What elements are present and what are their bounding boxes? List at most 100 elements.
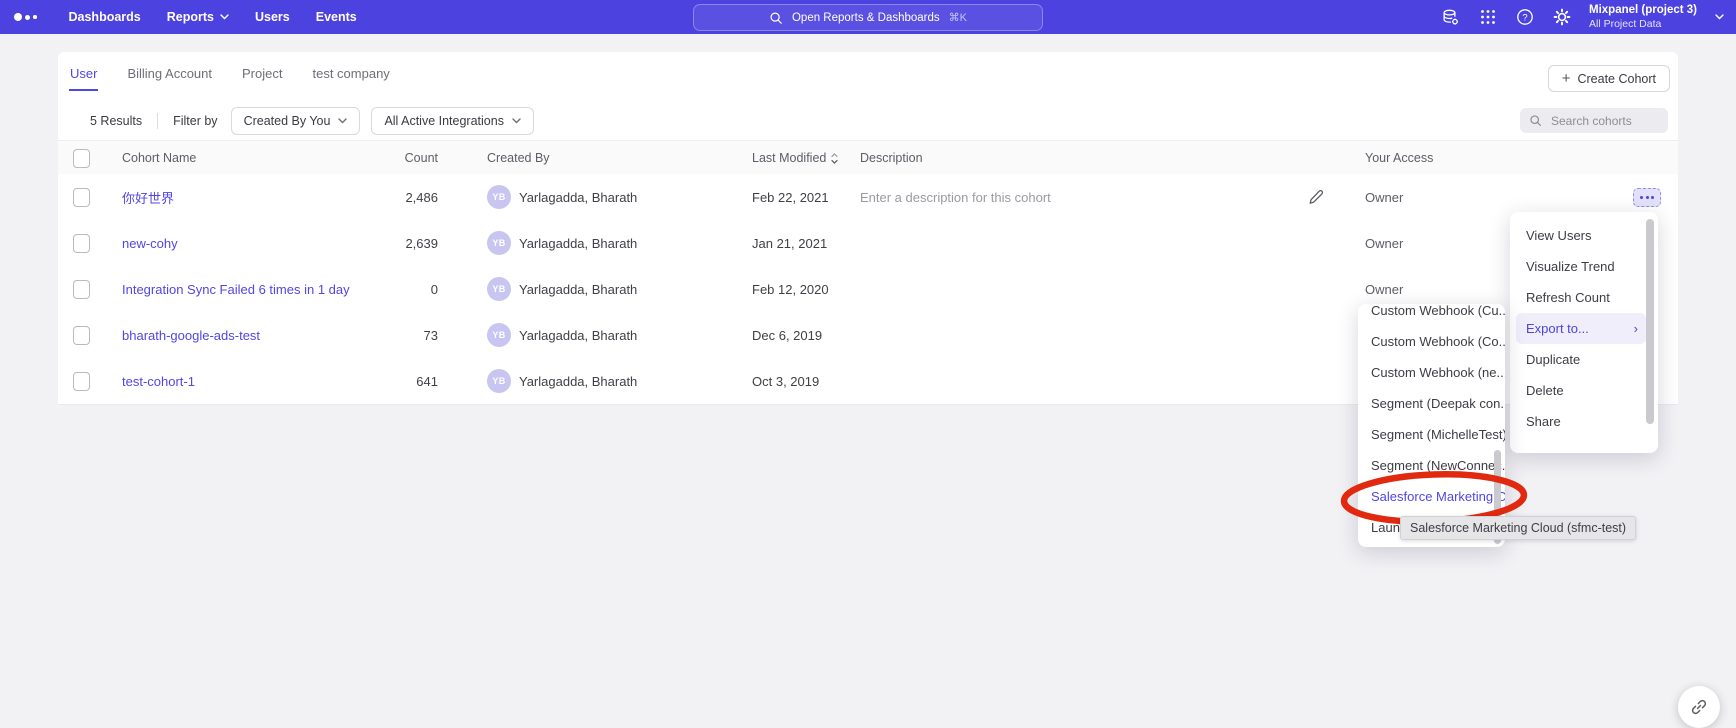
- cohort-name-link[interactable]: test-cohort-1: [122, 358, 195, 404]
- integrations-filter-button[interactable]: All Active Integrations: [371, 107, 534, 135]
- create-cohort-button[interactable]: + Create Cohort: [1548, 65, 1670, 92]
- top-nav: Dashboards Reports Users Events Open Rep…: [0, 0, 1736, 34]
- last-modified-date: Feb 22, 2021: [752, 174, 829, 220]
- header-count[interactable]: Count: [338, 141, 438, 175]
- tab-user[interactable]: User: [69, 60, 98, 91]
- menu-item-view-users[interactable]: View Users: [1510, 220, 1658, 251]
- search-icon: [1529, 114, 1542, 127]
- menu-item-share[interactable]: Share: [1510, 406, 1658, 437]
- menu-scrollbar[interactable]: [1646, 219, 1654, 424]
- avatar: YB: [487, 231, 511, 255]
- edit-pencil-icon[interactable]: [1308, 174, 1324, 220]
- chevron-down-icon: [512, 118, 521, 124]
- global-search-bar[interactable]: Open Reports & Dashboards ⌘K: [693, 4, 1043, 31]
- avatar: YB: [487, 369, 511, 393]
- table-row: new-cohy 2,639 YB Yarlagadda, Bharath Ja…: [58, 220, 1678, 267]
- apps-grid-icon[interactable]: [1478, 8, 1497, 27]
- row-context-menu: View Users Visualize Trend Refresh Count…: [1510, 212, 1658, 453]
- submenu-item-segment-3[interactable]: Segment (NewConnec...: [1358, 450, 1505, 481]
- table-toolbar: 5 Results Filter by Created By You All A…: [90, 108, 545, 134]
- search-cohorts-input[interactable]: [1549, 113, 1659, 129]
- row-actions-button[interactable]: [1633, 188, 1661, 207]
- creator-name: Yarlagadda, Bharath: [519, 190, 637, 205]
- menu-item-visualize-trend[interactable]: Visualize Trend: [1510, 251, 1658, 282]
- submenu-item-salesforce-marketing-cloud[interactable]: Salesforce Marketing C...: [1358, 481, 1505, 512]
- submenu-item-custom-webhook-3[interactable]: Custom Webhook (ne...: [1358, 357, 1505, 388]
- created-by-filter-button[interactable]: Created By You: [231, 107, 361, 135]
- creator-name: Yarlagadda, Bharath: [519, 282, 637, 297]
- header-created-by[interactable]: Created By: [487, 141, 550, 175]
- nav-item-reports[interactable]: Reports: [167, 10, 229, 24]
- row-checkbox[interactable]: [73, 326, 90, 345]
- row-checkbox[interactable]: [73, 280, 90, 299]
- avatar: YB: [487, 277, 511, 301]
- row-checkbox[interactable]: [73, 372, 90, 391]
- tab-test-company[interactable]: test company: [311, 60, 390, 91]
- submenu-item-custom-webhook-1[interactable]: Custom Webhook (Cu...: [1358, 304, 1505, 326]
- last-modified-date: Jan 21, 2021: [752, 220, 827, 266]
- access-level: Owner: [1365, 220, 1403, 266]
- search-icon: [769, 11, 783, 25]
- nav-item-events[interactable]: Events: [316, 10, 357, 24]
- row-checkbox[interactable]: [73, 188, 90, 207]
- cohort-count: 2,486: [338, 174, 438, 220]
- help-icon[interactable]: ?: [1515, 8, 1534, 27]
- menu-item-duplicate[interactable]: Duplicate: [1510, 344, 1658, 375]
- access-level: Owner: [1365, 174, 1403, 220]
- link-icon: [1690, 698, 1708, 716]
- creator-name: Yarlagadda, Bharath: [519, 236, 637, 251]
- svg-text:?: ?: [1522, 12, 1527, 23]
- tab-project[interactable]: Project: [241, 60, 283, 91]
- cohort-name-link[interactable]: new-cohy: [122, 220, 178, 266]
- cohort-count: 73: [338, 312, 438, 358]
- header-description: Description: [860, 141, 923, 175]
- submenu-item-segment-1[interactable]: Segment (Deepak con...: [1358, 388, 1505, 419]
- project-chevron-down-icon[interactable]: [1715, 14, 1724, 20]
- nav-item-dashboards[interactable]: Dashboards: [69, 10, 141, 24]
- table-header: Cohort Name Count Created By Last Modifi…: [58, 140, 1678, 176]
- submenu-item-custom-webhook-2[interactable]: Custom Webhook (Co...: [1358, 326, 1505, 357]
- menu-item-export-to[interactable]: Export to... ›: [1516, 313, 1646, 344]
- search-cohorts-field[interactable]: [1520, 108, 1668, 133]
- sort-icon: [831, 153, 838, 164]
- avatar: YB: [487, 323, 511, 347]
- description-field[interactable]: Enter a description for this cohort: [860, 190, 1051, 205]
- cohort-type-tabs: User Billing Account Project test compan…: [69, 60, 391, 91]
- tab-billing-account[interactable]: Billing Account: [126, 60, 213, 91]
- cohort-name-link[interactable]: Integration Sync Failed 6 times in 1 day: [122, 266, 350, 312]
- menu-item-delete[interactable]: Delete: [1510, 375, 1658, 406]
- avatar: YB: [487, 185, 511, 209]
- data-management-icon[interactable]: [1441, 8, 1460, 27]
- menu-item-refresh-count[interactable]: Refresh Count: [1510, 282, 1658, 313]
- divider: [157, 113, 158, 129]
- submenu-arrow-icon: ›: [1634, 321, 1638, 336]
- header-cohort-name[interactable]: Cohort Name: [122, 141, 196, 175]
- creator-name: Yarlagadda, Bharath: [519, 374, 637, 389]
- table-row: 你好世界 2,486 YB Yarlagadda, Bharath Feb 22…: [58, 174, 1678, 221]
- settings-gear-icon[interactable]: [1552, 8, 1571, 27]
- last-modified-date: Dec 6, 2019: [752, 312, 822, 358]
- project-name: Mixpanel (project 3): [1589, 3, 1697, 17]
- creator-name: Yarlagadda, Bharath: [519, 328, 637, 343]
- cohort-name-link[interactable]: 你好世界: [122, 174, 174, 220]
- cohort-name-link[interactable]: bharath-google-ads-test: [122, 312, 260, 358]
- project-scope: All Project Data: [1589, 18, 1697, 31]
- chevron-down-icon: [220, 14, 229, 20]
- submenu-item-segment-2[interactable]: Segment (MichelleTest): [1358, 419, 1505, 450]
- keyboard-shortcut: ⌘K: [949, 11, 967, 24]
- cohort-count: 641: [338, 358, 438, 404]
- mixpanel-logo-icon[interactable]: [14, 13, 37, 21]
- select-all-checkbox[interactable]: [73, 149, 90, 168]
- project-switcher[interactable]: Mixpanel (project 3) All Project Data: [1589, 3, 1697, 31]
- header-last-modified[interactable]: Last Modified: [752, 141, 838, 175]
- share-link-button[interactable]: [1678, 686, 1720, 728]
- results-count: 5 Results: [90, 114, 142, 128]
- global-search-placeholder: Open Reports & Dashboards: [792, 12, 940, 24]
- plus-icon: +: [1562, 71, 1571, 86]
- salesforce-tooltip: Salesforce Marketing Cloud (sfmc-test): [1400, 516, 1636, 540]
- export-to-submenu: Custom Webhook (Cu... Custom Webhook (Co…: [1358, 304, 1505, 547]
- nav-item-users[interactable]: Users: [255, 10, 290, 24]
- header-your-access: Your Access: [1365, 141, 1433, 175]
- filter-by-label: Filter by: [173, 114, 217, 128]
- row-checkbox[interactable]: [73, 234, 90, 253]
